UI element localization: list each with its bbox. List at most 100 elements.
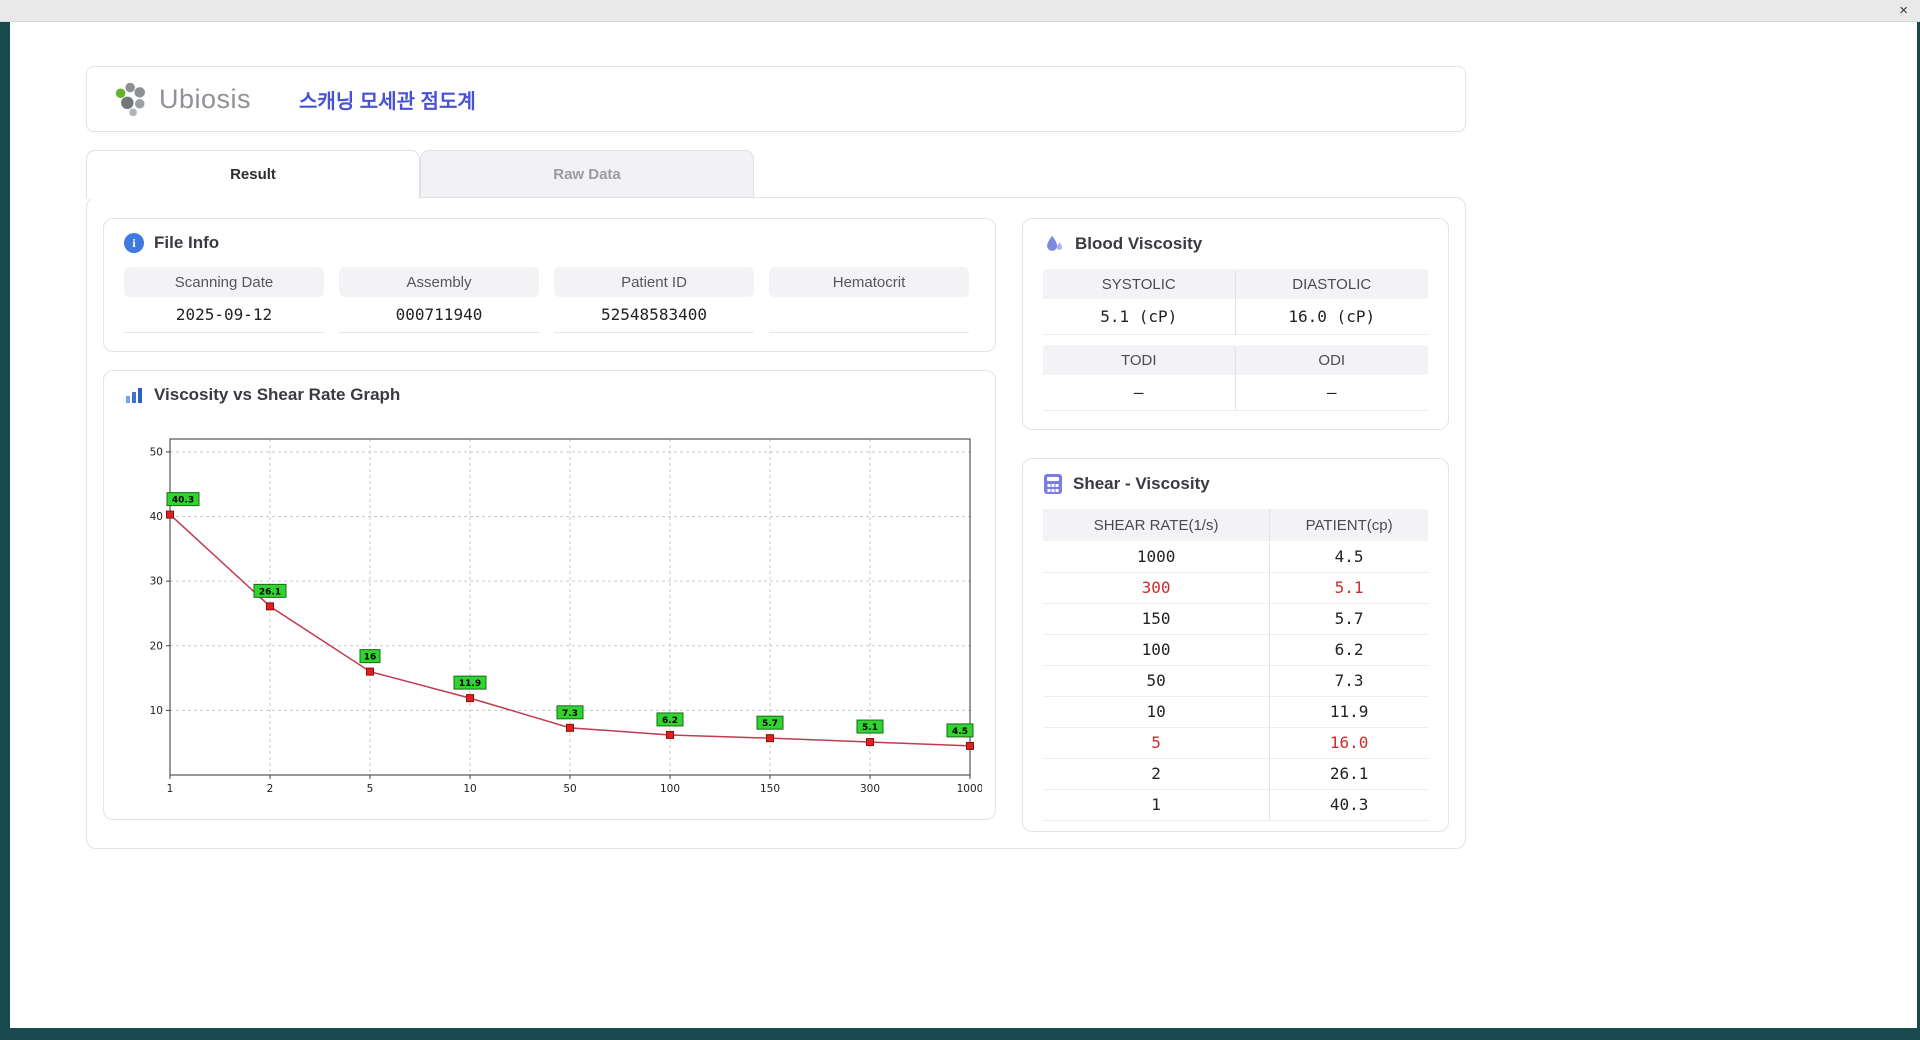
shear-table: SHEAR RATE(1/s) PATIENT(cp) 1000 4.5 300 5.… xyxy=(1043,509,1428,821)
field-value xyxy=(769,297,969,333)
svg-text:30: 30 xyxy=(150,576,163,588)
close-icon[interactable]: × xyxy=(1899,0,1908,21)
chart-point xyxy=(166,510,174,519)
app-window: Ubiosis 스캐닝 모세관 점도계 Result Raw Data i Fi… xyxy=(10,22,1917,1028)
systolic-value: 5.1 (cP) xyxy=(1043,299,1236,335)
svg-text:300: 300 xyxy=(860,783,880,795)
patient-cell: 5.1 xyxy=(1269,572,1428,604)
chart-point xyxy=(466,694,474,703)
patient-cell: 16.0 xyxy=(1269,727,1428,759)
svg-text:6.2: 6.2 xyxy=(662,716,678,726)
shear-rate-cell: 50 xyxy=(1043,665,1271,697)
svg-text:10: 10 xyxy=(150,705,163,717)
svg-text:26.1: 26.1 xyxy=(259,587,281,597)
shear-rate-cell: 150 xyxy=(1043,603,1271,635)
tab-bar: Result Raw Data xyxy=(86,150,1917,199)
logo: Ubiosis xyxy=(113,78,251,120)
shear-rate-column-header: SHEAR RATE(1/s) xyxy=(1043,509,1271,541)
chart-point xyxy=(666,730,674,739)
tab-raw-data[interactable]: Raw Data xyxy=(420,150,754,198)
graph-title: Viscosity vs Shear Rate Graph xyxy=(154,385,401,404)
svg-text:10: 10 xyxy=(463,783,476,795)
table-row: 50 7.3 xyxy=(1043,665,1428,697)
blood-viscosity-section: Blood Viscosity SYSTOLIC DIASTOLIC 5.1 (… xyxy=(1022,218,1449,430)
shear-table-header-row: SHEAR RATE(1/s) PATIENT(cp) xyxy=(1043,509,1428,541)
shear-rate-cell: 2 xyxy=(1043,758,1271,790)
svg-text:11.9: 11.9 xyxy=(459,679,481,689)
shear-table-body: 1000 4.5 300 5.1 150 5.7 100 6.2 50 7.3 10 11.9 5 16.… xyxy=(1043,541,1428,821)
svg-text:16: 16 xyxy=(364,653,377,663)
svg-text:1: 1 xyxy=(167,783,174,795)
shear-viscosity-header: Shear - Viscosity xyxy=(1043,473,1428,495)
patient-cell: 40.3 xyxy=(1269,789,1428,821)
shear-rate-cell: 1 xyxy=(1043,789,1271,821)
shear-rate-cell: 1000 xyxy=(1043,541,1271,573)
svg-text:5.7: 5.7 xyxy=(762,719,778,729)
patient-cell: 26.1 xyxy=(1269,758,1428,790)
chart-point xyxy=(766,734,774,743)
svg-text:20: 20 xyxy=(150,640,163,652)
file-info-section: i File Info Scanning Date 2025-09-12 Assem… xyxy=(103,218,996,352)
shear-rate-cell: 100 xyxy=(1043,634,1271,666)
patient-cell: 7.3 xyxy=(1269,665,1428,697)
titlebar: × xyxy=(0,0,1920,22)
header: Ubiosis 스캐닝 모세관 점도계 xyxy=(86,66,1466,132)
file-field-scanning-date: Scanning Date 2025-09-12 xyxy=(124,267,324,333)
viscosity-chart: 10 20 30 40 50 1 2 5 10 50 100 150 300 1000 40.3 26.1 16… xyxy=(150,438,982,795)
svg-text:40.3: 40.3 xyxy=(172,496,194,506)
odi-label: ODI xyxy=(1235,345,1428,375)
svg-text:40: 40 xyxy=(150,511,163,523)
right-column: Blood Viscosity SYSTOLIC DIASTOLIC 5.1 (… xyxy=(1022,218,1449,832)
odi-value: – xyxy=(1235,375,1428,411)
file-field-assembly: Assembly 000711940 xyxy=(339,267,539,333)
table-row: 150 5.7 xyxy=(1043,603,1428,635)
file-field-patient-id: Patient ID 52548583400 xyxy=(554,267,754,333)
info-icon: i xyxy=(124,233,144,253)
table-row: 1 40.3 xyxy=(1043,789,1428,821)
table-row: 1000 4.5 xyxy=(1043,541,1428,573)
patient-column-header: PATIENT(cp) xyxy=(1269,509,1428,541)
systolic-label: SYSTOLIC xyxy=(1043,269,1236,299)
svg-text:5: 5 xyxy=(367,783,374,795)
field-label: Patient ID xyxy=(554,267,754,297)
page-content: Ubiosis 스캐닝 모세관 점도계 Result Raw Data i Fi… xyxy=(10,22,1917,849)
patient-cell: 11.9 xyxy=(1269,696,1428,728)
graph-section: Viscosity vs Shear Rate Graph 10 20 30 40 50… xyxy=(103,370,996,820)
table-row: 300 5.1 xyxy=(1043,572,1428,604)
shear-rate-cell: 5 xyxy=(1043,727,1271,759)
svg-text:5.1: 5.1 xyxy=(862,723,878,733)
blood-viscosity-grid: SYSTOLIC DIASTOLIC 5.1 (cP) 16.0 (cP) xyxy=(1043,269,1428,335)
svg-text:150: 150 xyxy=(760,783,780,795)
patient-cell: 5.7 xyxy=(1269,603,1428,635)
blood-viscosity-header: Blood Viscosity xyxy=(1043,233,1428,255)
svg-text:7.3: 7.3 xyxy=(562,709,578,719)
svg-text:50: 50 xyxy=(563,783,576,795)
main-panel: i File Info Scanning Date 2025-09-12 Assem… xyxy=(86,197,1466,849)
diastolic-value: 16.0 (cP) xyxy=(1235,299,1428,335)
field-value: 000711940 xyxy=(339,297,539,333)
table-row: 2 26.1 xyxy=(1043,758,1428,790)
blood-viscosity-grid-2: TODI ODI – – xyxy=(1043,345,1428,411)
shear-rate-cell: 10 xyxy=(1043,696,1271,728)
shear-viscosity-section: Shear - Viscosity SHEAR RATE(1/s) PATIEN… xyxy=(1022,458,1449,832)
logo-icon xyxy=(115,82,145,117)
patient-cell: 4.5 xyxy=(1269,541,1428,573)
tab-result[interactable]: Result xyxy=(86,150,420,199)
svg-text:100: 100 xyxy=(660,783,680,795)
field-value: 2025-09-12 xyxy=(124,297,324,333)
svg-text:2: 2 xyxy=(267,783,274,795)
chart-point xyxy=(366,667,374,676)
bar-chart-icon xyxy=(126,388,142,403)
table-row: 10 11.9 xyxy=(1043,696,1428,728)
chart-point xyxy=(966,741,974,750)
page-title: 스캐닝 모세관 점도계 xyxy=(299,90,476,113)
table-row: 5 16.0 xyxy=(1043,727,1428,759)
todi-label: TODI xyxy=(1043,345,1236,375)
graph-header: Viscosity vs Shear Rate Graph xyxy=(124,385,975,405)
svg-text:4.5: 4.5 xyxy=(952,727,968,737)
blood-viscosity-title: Blood Viscosity xyxy=(1075,234,1203,253)
logo-text: Ubiosis xyxy=(159,83,252,114)
shear-viscosity-title: Shear - Viscosity xyxy=(1073,474,1210,493)
chart-point xyxy=(866,738,874,747)
field-value: 52548583400 xyxy=(554,297,754,333)
